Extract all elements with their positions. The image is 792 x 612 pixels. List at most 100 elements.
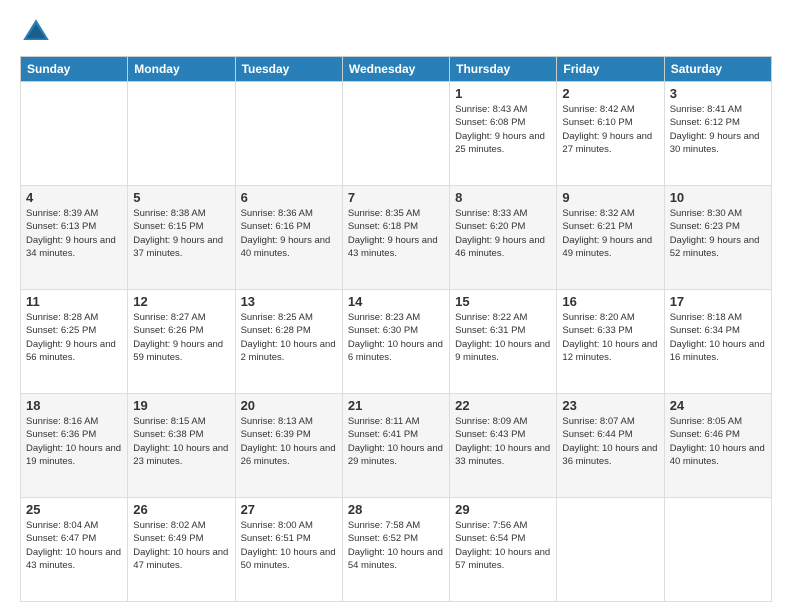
cell-day-number: 18: [26, 398, 122, 413]
calendar-cell: 6 Sunrise: 8:36 AMSunset: 6:16 PMDaylight…: [235, 186, 342, 290]
col-header-friday: Friday: [557, 57, 664, 82]
cell-day-number: 13: [241, 294, 337, 309]
calendar-cell: 20Sunrise: 8:13 AMSunset: 6:39 PMDayligh…: [235, 394, 342, 498]
cell-info-text: Sunrise: 8:43 AMSunset: 6:08 PMDaylight:…: [455, 103, 551, 156]
calendar-cell: 19Sunrise: 8:15 AMSunset: 6:38 PMDayligh…: [128, 394, 235, 498]
calendar-cell: 24Sunrise: 8:05 AMSunset: 6:46 PMDayligh…: [664, 394, 771, 498]
calendar-cell: 17 Sunrise: 8:18 AMSunset: 6:34 PMDayligh…: [664, 290, 771, 394]
calendar-page: SundayMondayTuesdayWednesdayThursdayFrid…: [0, 0, 792, 612]
cell-info-text: Sunrise: 8:13 AMSunset: 6:39 PMDaylight:…: [241, 415, 337, 468]
week-row-1: 1 Sunrise: 8:43 AMSunset: 6:08 PMDaylight…: [21, 82, 772, 186]
calendar-cell: [128, 82, 235, 186]
cell-day-number: 22: [455, 398, 551, 413]
calendar-cell: 12 Sunrise: 8:27 AMSunset: 6:26 PMDayligh…: [128, 290, 235, 394]
cell-info-text: Sunrise: 8:33 AMSunset: 6:20 PMDaylight:…: [455, 207, 551, 260]
calendar-cell: 22 Sunrise: 8:09 AMSunset: 6:43 PMDayligh…: [450, 394, 557, 498]
calendar-cell: 4 Sunrise: 8:39 AMSunset: 6:13 PMDaylight…: [21, 186, 128, 290]
cell-day-number: 8: [455, 190, 551, 205]
cell-day-number: 21: [348, 398, 444, 413]
cell-info-text: Sunrise: 8:25 AMSunset: 6:28 PMDaylight:…: [241, 311, 337, 364]
calendar-cell: 13 Sunrise: 8:25 AMSunset: 6:28 PMDayligh…: [235, 290, 342, 394]
cell-day-number: 11: [26, 294, 122, 309]
cell-info-text: Sunrise: 8:05 AMSunset: 6:46 PMDaylight:…: [670, 415, 766, 468]
cell-info-text: Sunrise: 8:35 AMSunset: 6:18 PMDaylight:…: [348, 207, 444, 260]
calendar-cell: 14 Sunrise: 8:23 AMSunset: 6:30 PMDayligh…: [342, 290, 449, 394]
cell-day-number: 26: [133, 502, 229, 517]
cell-day-number: 9: [562, 190, 658, 205]
calendar-cell: 23 Sunrise: 8:07 AMSunset: 6:44 PMDayligh…: [557, 394, 664, 498]
cell-info-text: Sunrise: 8:11 AMSunset: 6:41 PMDaylight:…: [348, 415, 444, 468]
cell-info-text: Sunrise: 8:00 AMSunset: 6:51 PMDaylight:…: [241, 519, 337, 572]
cell-info-text: Sunrise: 8:04 AMSunset: 6:47 PMDaylight:…: [26, 519, 122, 572]
cell-day-number: 4: [26, 190, 122, 205]
cell-day-number: 29: [455, 502, 551, 517]
cell-day-number: 19: [133, 398, 229, 413]
calendar-cell: 16 Sunrise: 8:20 AMSunset: 6:33 PMDayligh…: [557, 290, 664, 394]
cell-day-number: 12: [133, 294, 229, 309]
cell-day-number: 6: [241, 190, 337, 205]
calendar-cell: [235, 82, 342, 186]
cell-info-text: Sunrise: 8:22 AMSunset: 6:31 PMDaylight:…: [455, 311, 551, 364]
calendar-cell: 7 Sunrise: 8:35 AMSunset: 6:18 PMDaylight…: [342, 186, 449, 290]
calendar-cell: 5 Sunrise: 8:38 AMSunset: 6:15 PMDaylight…: [128, 186, 235, 290]
cell-day-number: 1: [455, 86, 551, 101]
cell-info-text: Sunrise: 8:28 AMSunset: 6:25 PMDaylight:…: [26, 311, 122, 364]
cell-info-text: Sunrise: 8:02 AMSunset: 6:49 PMDaylight:…: [133, 519, 229, 572]
calendar-cell: 26 Sunrise: 8:02 AMSunset: 6:49 PMDayligh…: [128, 498, 235, 602]
week-row-4: 18 Sunrise: 8:16 AMSunset: 6:36 PMDayligh…: [21, 394, 772, 498]
cell-info-text: Sunrise: 7:56 AMSunset: 6:54 PMDaylight:…: [455, 519, 551, 572]
calendar-cell: 21 Sunrise: 8:11 AMSunset: 6:41 PMDayligh…: [342, 394, 449, 498]
calendar-cell: 11 Sunrise: 8:28 AMSunset: 6:25 PMDayligh…: [21, 290, 128, 394]
calendar-cell: 25 Sunrise: 8:04 AMSunset: 6:47 PMDayligh…: [21, 498, 128, 602]
calendar-cell: 8 Sunrise: 8:33 AMSunset: 6:20 PMDaylight…: [450, 186, 557, 290]
calendar-cell: 1 Sunrise: 8:43 AMSunset: 6:08 PMDaylight…: [450, 82, 557, 186]
cell-day-number: 7: [348, 190, 444, 205]
calendar-cell: 2 Sunrise: 8:42 AMSunset: 6:10 PMDaylight…: [557, 82, 664, 186]
calendar-cell: 18 Sunrise: 8:16 AMSunset: 6:36 PMDayligh…: [21, 394, 128, 498]
cell-info-text: Sunrise: 8:32 AMSunset: 6:21 PMDaylight:…: [562, 207, 658, 260]
cell-info-text: Sunrise: 8:39 AMSunset: 6:13 PMDaylight:…: [26, 207, 122, 260]
col-header-thursday: Thursday: [450, 57, 557, 82]
cell-info-text: Sunrise: 8:30 AMSunset: 6:23 PMDaylight:…: [670, 207, 766, 260]
col-header-sunday: Sunday: [21, 57, 128, 82]
cell-day-number: 25: [26, 502, 122, 517]
cell-day-number: 10: [670, 190, 766, 205]
calendar-cell: [21, 82, 128, 186]
cell-day-number: 23: [562, 398, 658, 413]
calendar-cell: [342, 82, 449, 186]
header-row: SundayMondayTuesdayWednesdayThursdayFrid…: [21, 57, 772, 82]
week-row-5: 25 Sunrise: 8:04 AMSunset: 6:47 PMDayligh…: [21, 498, 772, 602]
cell-info-text: Sunrise: 8:20 AMSunset: 6:33 PMDaylight:…: [562, 311, 658, 364]
calendar-cell: 27Sunrise: 8:00 AMSunset: 6:51 PMDayligh…: [235, 498, 342, 602]
cell-info-text: Sunrise: 8:07 AMSunset: 6:44 PMDaylight:…: [562, 415, 658, 468]
cell-info-text: Sunrise: 8:09 AMSunset: 6:43 PMDaylight:…: [455, 415, 551, 468]
cell-day-number: 15: [455, 294, 551, 309]
week-row-3: 11 Sunrise: 8:28 AMSunset: 6:25 PMDayligh…: [21, 290, 772, 394]
cell-info-text: Sunrise: 8:16 AMSunset: 6:36 PMDaylight:…: [26, 415, 122, 468]
cell-info-text: Sunrise: 8:38 AMSunset: 6:15 PMDaylight:…: [133, 207, 229, 260]
header: [20, 16, 772, 48]
cell-day-number: 28: [348, 502, 444, 517]
logo: [20, 16, 56, 48]
calendar-cell: [664, 498, 771, 602]
col-header-wednesday: Wednesday: [342, 57, 449, 82]
col-header-tuesday: Tuesday: [235, 57, 342, 82]
cell-info-text: Sunrise: 8:18 AMSunset: 6:34 PMDaylight:…: [670, 311, 766, 364]
cell-info-text: Sunrise: 8:42 AMSunset: 6:10 PMDaylight:…: [562, 103, 658, 156]
cell-day-number: 17: [670, 294, 766, 309]
cell-info-text: Sunrise: 8:23 AMSunset: 6:30 PMDaylight:…: [348, 311, 444, 364]
cell-info-text: Sunrise: 8:27 AMSunset: 6:26 PMDaylight:…: [133, 311, 229, 364]
calendar-cell: [557, 498, 664, 602]
cell-info-text: Sunrise: 8:41 AMSunset: 6:12 PMDaylight:…: [670, 103, 766, 156]
calendar-table: SundayMondayTuesdayWednesdayThursdayFrid…: [20, 56, 772, 602]
cell-day-number: 2: [562, 86, 658, 101]
calendar-cell: 28Sunrise: 7:58 AMSunset: 6:52 PMDayligh…: [342, 498, 449, 602]
logo-icon: [20, 16, 52, 48]
cell-info-text: Sunrise: 8:36 AMSunset: 6:16 PMDaylight:…: [241, 207, 337, 260]
cell-day-number: 5: [133, 190, 229, 205]
col-header-saturday: Saturday: [664, 57, 771, 82]
cell-day-number: 14: [348, 294, 444, 309]
calendar-cell: 10 Sunrise: 8:30 AMSunset: 6:23 PMDayligh…: [664, 186, 771, 290]
col-header-monday: Monday: [128, 57, 235, 82]
cell-day-number: 16: [562, 294, 658, 309]
